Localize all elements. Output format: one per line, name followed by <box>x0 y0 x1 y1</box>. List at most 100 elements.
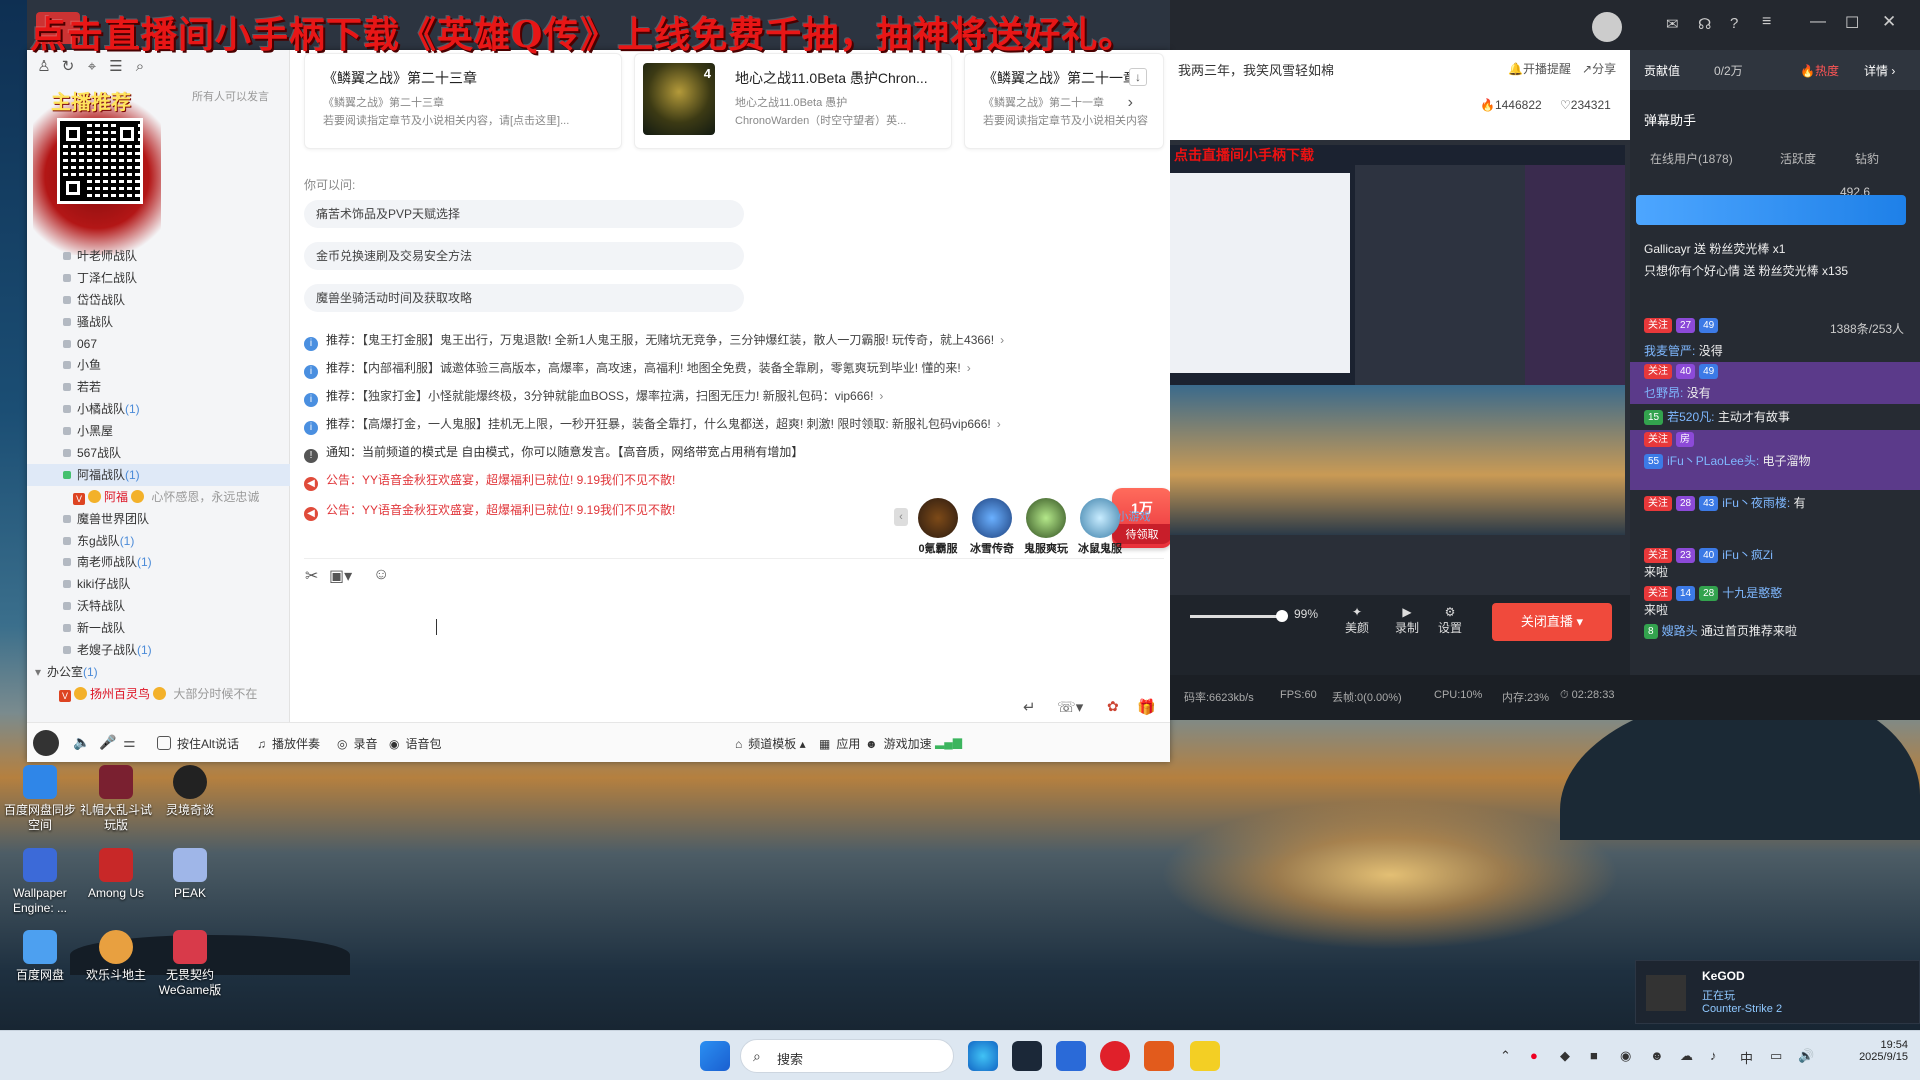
mic-icon[interactable]: 🎤 <box>99 734 116 751</box>
channel-item[interactable]: 骚战队 <box>27 311 290 333</box>
enter-icon[interactable]: ↵ <box>1023 698 1036 716</box>
channel-item[interactable]: 567战队 <box>27 442 290 464</box>
game-entry[interactable]: 鬼服爽玩 <box>1022 498 1070 556</box>
flower-icon[interactable]: ✿ <box>1107 698 1119 715</box>
yy-icon[interactable] <box>1190 1041 1220 1071</box>
location-icon[interactable]: ⌖ <box>83 58 101 76</box>
desktop-icon[interactable]: 灵境奇谈 <box>150 765 230 818</box>
desktop-icon[interactable]: 欢乐斗地主 <box>76 930 156 983</box>
desktop-icon[interactable]: Among Us <box>76 848 156 901</box>
message-input[interactable] <box>304 595 1164 715</box>
tab-activity[interactable]: 活跃度 <box>1780 150 1816 167</box>
stream-preview[interactable]: 点击直播间小手柄下载 <box>1170 145 1625 535</box>
download-icon[interactable]: ↓ <box>1129 68 1147 86</box>
apps-button[interactable]: ▦ 应用 <box>819 735 860 752</box>
equalizer-icon[interactable]: ⚌ <box>123 734 136 751</box>
taskbar-search[interactable]: ⌕ 搜索 <box>740 1039 954 1073</box>
desktop-icon[interactable]: 礼帽大乱斗试玩版 <box>76 765 156 833</box>
volume-slider[interactable] <box>1190 615 1280 618</box>
recommend-message[interactable]: i 推荐：【内部福利服】诚邀体验三高版本，高爆率，高攻速，高福利! 地图全免费，装… <box>304 358 971 379</box>
user-icon[interactable]: ♙ <box>35 58 53 76</box>
close-live-button[interactable]: 关闭直播 ▾ <box>1492 603 1612 641</box>
tray-icon[interactable]: ◆ <box>1560 1048 1570 1064</box>
edge-icon[interactable] <box>968 1041 998 1071</box>
chevron-up-icon[interactable]: ⌃ <box>1500 1048 1511 1064</box>
channel-item[interactable]: 小橘战队(1) <box>27 398 290 420</box>
chevron-right-icon[interactable]: › <box>1128 94 1133 112</box>
desktop-icon[interactable]: Wallpaper Engine: ... <box>0 848 80 916</box>
game-status-notification[interactable]: KeGOD 正在玩 Counter-Strike 2 <box>1635 960 1920 1024</box>
tray-icon[interactable]: ● <box>1530 1048 1538 1063</box>
game-entry[interactable]: 冰雪传奇 <box>968 498 1016 556</box>
avatar[interactable] <box>33 730 59 756</box>
push-to-talk-toggle[interactable]: 按住Alt说话 <box>157 735 239 752</box>
article-card[interactable]: 《鳞翼之战》第二十一章 《鳞翼之战》第二十一章 若要阅读指定章节及小说相关内容 … <box>964 53 1164 149</box>
list-icon[interactable]: ☰ <box>107 58 125 76</box>
network-icon[interactable]: ☁ <box>1680 1048 1693 1064</box>
channel-item[interactable]: 新一战队 <box>27 617 290 639</box>
article-card[interactable]: 《鳞翼之战》第二十三章 《鳞翼之战》第二十三章 若要阅读指定章节及小说相关内容，… <box>304 53 622 149</box>
channel-item[interactable]: 067 <box>27 333 290 355</box>
help-icon[interactable]: ? <box>1730 15 1738 32</box>
channel-item-selected[interactable]: 阿福战队(1) <box>27 463 290 486</box>
settings-button[interactable]: ⚙ 设置 <box>1438 605 1462 636</box>
volume-icon[interactable]: 🔊 <box>1798 1048 1814 1064</box>
menu-icon[interactable]: ≡ <box>1762 13 1771 31</box>
channel-item[interactable]: kiki仔战队 <box>27 573 290 595</box>
user-item[interactable]: V 阿福 心怀感恩，永远忠诚 <box>27 486 290 508</box>
gift-icon[interactable]: 🎁 <box>1137 698 1156 716</box>
channel-item[interactable]: 魔兽世界团队 <box>27 508 290 530</box>
channel-item[interactable]: 小黑屋 <box>27 420 290 442</box>
scissors-icon[interactable]: ✂ <box>305 566 318 586</box>
suggestion-chip[interactable]: 金币兑换速刷及交易安全方法 <box>304 242 744 270</box>
clock[interactable]: 19:54 2025/9/15 <box>1838 1039 1908 1063</box>
channel-item[interactable]: 南老师战队(1) <box>27 551 290 573</box>
volume-icon[interactable]: 🔈 <box>73 734 90 751</box>
game-accelerate-button[interactable]: ☻ 游戏加速 <box>865 735 932 752</box>
maximize-icon[interactable]: ☐ <box>1845 13 1859 33</box>
chevron-left-icon[interactable]: ‹ <box>894 508 908 526</box>
message-icon[interactable]: ✉ <box>1666 15 1679 33</box>
emoji-search-icon[interactable]: ☺ <box>373 566 389 584</box>
anchor-recommend-promo[interactable]: 主播推荐 <box>33 80 161 255</box>
record-button[interactable]: ◎ 录音 <box>337 735 378 752</box>
detail-link[interactable]: 详情 › <box>1864 62 1895 79</box>
search-icon[interactable]: ⌕ <box>131 58 149 76</box>
share-button[interactable]: ↗分享 <box>1582 60 1616 77</box>
desktop-icon[interactable]: 百度网盘同步空间 <box>0 765 80 833</box>
channel-item[interactable]: 小鱼 <box>27 354 290 376</box>
recommend-message[interactable]: i 推荐：【独家打金】小怪就能爆终极，3分钟就能血BOSS，爆率拉满，扫图无压力!… <box>304 386 883 407</box>
channel-item[interactable]: 若若 <box>27 376 290 398</box>
voice-pack-button[interactable]: ◉ 语音包 <box>389 735 442 752</box>
channel-item[interactable]: 丁泽仁战队 <box>27 267 290 289</box>
volume-slider-handle[interactable] <box>1276 610 1288 622</box>
channel-item[interactable]: 沃特战队 <box>27 595 290 617</box>
steam-icon[interactable] <box>1012 1041 1042 1071</box>
ime-indicator[interactable]: 中 <box>1740 1048 1753 1067</box>
suggestion-chip[interactable]: 痛苦术饰品及PVP天赋选择 <box>304 200 744 228</box>
user-item[interactable]: V 扬州百灵鸟 大部分时候不在 <box>27 683 290 705</box>
minimize-icon[interactable]: — <box>1810 13 1826 31</box>
history-icon[interactable]: ↻ <box>59 58 77 76</box>
steam-tray-icon[interactable]: ◉ <box>1620 1048 1631 1064</box>
app-icon[interactable] <box>1056 1041 1086 1071</box>
channel-template-button[interactable]: ⌂ 频道模板 ▴ <box>735 735 806 752</box>
mic-icon[interactable]: ♪ <box>1710 1048 1717 1063</box>
channel-item[interactable]: 叶老师战队 <box>27 245 290 267</box>
tab-online-users[interactable]: 在线用户(1878) <box>1650 150 1733 167</box>
channel-item[interactable]: 岱岱战队 <box>27 289 290 311</box>
tray-icon[interactable]: ☻ <box>1650 1048 1664 1063</box>
tab-diamond[interactable]: 钻豹 <box>1855 150 1879 167</box>
netease-icon[interactable] <box>1100 1041 1130 1071</box>
windows-start-icon[interactable] <box>700 1041 730 1071</box>
recommend-message[interactable]: i 推荐：【鬼王打金服】鬼王出行，万鬼退散! 全新1人鬼王服，无赌坑无竞争，三分钟… <box>304 330 1004 351</box>
channel-item[interactable]: 老嫂子战队(1) <box>27 639 290 661</box>
beauty-button[interactable]: ✦ 美颜 <box>1345 605 1369 636</box>
app-icon[interactable] <box>1144 1041 1174 1071</box>
game-entry[interactable]: 冰鼠鬼服 <box>1076 498 1124 556</box>
channel-item[interactable]: 东g战队(1) <box>27 530 290 552</box>
headset-icon[interactable]: ☊ <box>1698 15 1711 33</box>
suggestion-chip[interactable]: 魔兽坐骑活动时间及获取攻略 <box>304 284 744 312</box>
game-entry[interactable]: 0氪霸服 <box>914 498 962 556</box>
close-icon[interactable]: ✕ <box>1882 12 1896 32</box>
